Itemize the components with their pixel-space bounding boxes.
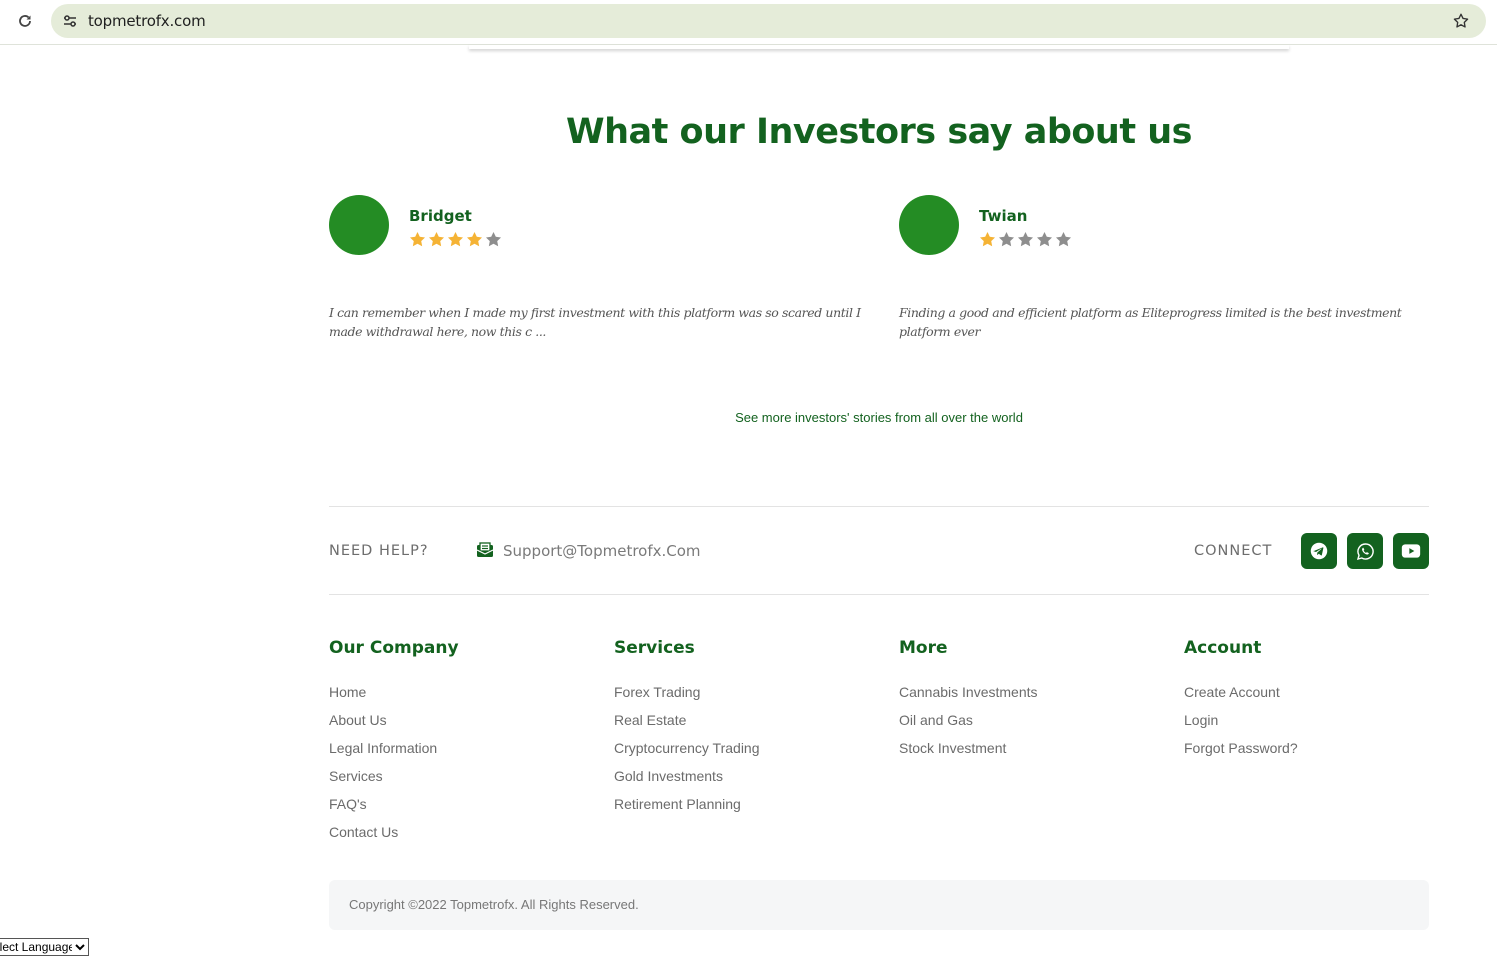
star-empty-icon <box>485 231 502 247</box>
testimonial-name: Bridget <box>409 207 472 225</box>
footer-link-cannabis-investments[interactable]: Cannabis Investments <box>899 678 1159 706</box>
star-rating <box>408 230 503 249</box>
youtube-button[interactable] <box>1393 533 1429 569</box>
whatsapp-icon <box>1356 542 1374 560</box>
footer-link-faqs[interactable]: FAQ's <box>329 790 589 818</box>
telegram-icon <box>1310 542 1328 560</box>
footer-column-services: Services Forex Trading Real Estate Crypt… <box>614 638 874 818</box>
star-empty-icon <box>1017 231 1034 247</box>
telegram-button[interactable] <box>1301 533 1337 569</box>
youtube-icon <box>1401 544 1421 558</box>
footer-link-create-account[interactable]: Create Account <box>1184 678 1444 706</box>
avatar <box>899 195 959 255</box>
star-filled-icon <box>979 231 996 247</box>
footer-link-services[interactable]: Services <box>329 762 589 790</box>
connect-label: CONNECT <box>1194 543 1273 559</box>
star-filled-icon <box>409 231 426 247</box>
footer-column-title: Our Company <box>329 638 459 658</box>
star-rating <box>978 230 1073 249</box>
footer-column-title: More <box>899 638 948 658</box>
footer-column-title: Account <box>1184 638 1262 658</box>
testimonial-text: Finding a good and efficient platform as… <box>899 305 1402 339</box>
footer-link-legal-information[interactable]: Legal Information <box>329 734 589 762</box>
testimonials-heading: What our Investors say about us <box>565 112 1193 152</box>
star-empty-icon <box>998 231 1015 247</box>
support-email-link[interactable]: Support@Topmetrofx.Com <box>503 542 701 560</box>
footer-column-our-company: Our Company Home About Us Legal Informat… <box>329 638 589 846</box>
star-filled-icon <box>447 231 464 247</box>
footer-link-about-us[interactable]: About Us <box>329 706 589 734</box>
tune-icon[interactable] <box>59 10 81 32</box>
footer-link-gold-investments[interactable]: Gold Investments <box>614 762 874 790</box>
see-more-stories-link[interactable]: See more investors' stories from all ove… <box>329 410 1429 425</box>
footer-link-retirement-planning[interactable]: Retirement Planning <box>614 790 874 818</box>
footer-link-real-estate[interactable]: Real Estate <box>614 706 874 734</box>
reload-icon[interactable] <box>14 10 36 32</box>
footer-link-oil-and-gas[interactable]: Oil and Gas <box>899 706 1159 734</box>
star-icon[interactable] <box>1450 10 1472 32</box>
testimonial-name: Twian <box>979 207 1028 225</box>
mail-icon <box>476 542 494 558</box>
address-bar[interactable]: topmetrofx.com <box>51 4 1486 38</box>
section-edge <box>469 45 1289 49</box>
footer-column-title: Services <box>614 638 695 658</box>
footer-link-stock-investment[interactable]: Stock Investment <box>899 734 1159 762</box>
footer-column-more: More Cannabis Investments Oil and Gas St… <box>899 638 1159 762</box>
divider <box>329 594 1429 595</box>
footer-link-login[interactable]: Login <box>1184 706 1444 734</box>
star-filled-icon <box>428 231 445 247</box>
footer-link-forex-trading[interactable]: Forex Trading <box>614 678 874 706</box>
language-select[interactable]: Select Language <box>0 938 89 956</box>
footer-link-home[interactable]: Home <box>329 678 589 706</box>
footer-link-contact-us[interactable]: Contact Us <box>329 818 589 846</box>
copyright-bar: Copyright ©2022 Topmetrofx. All Rights R… <box>329 880 1429 930</box>
footer-link-forgot-password[interactable]: Forgot Password? <box>1184 734 1444 762</box>
browser-toolbar: topmetrofx.com <box>0 0 1497 45</box>
testimonial-text: I can remember when I made my first inve… <box>329 305 861 339</box>
star-filled-icon <box>466 231 483 247</box>
avatar <box>329 195 389 255</box>
star-empty-icon <box>1036 231 1053 247</box>
url-text[interactable]: topmetrofx.com <box>88 12 206 30</box>
footer-column-account: Account Create Account Login Forgot Pass… <box>1184 638 1444 762</box>
whatsapp-button[interactable] <box>1347 533 1383 569</box>
divider <box>329 506 1429 507</box>
footer-link-cryptocurrency-trading[interactable]: Cryptocurrency Trading <box>614 734 874 762</box>
copyright-text: Copyright ©2022 Topmetrofx. All Rights R… <box>349 897 639 912</box>
star-empty-icon <box>1055 231 1072 247</box>
need-help-label: NEED HELP? <box>329 543 429 559</box>
